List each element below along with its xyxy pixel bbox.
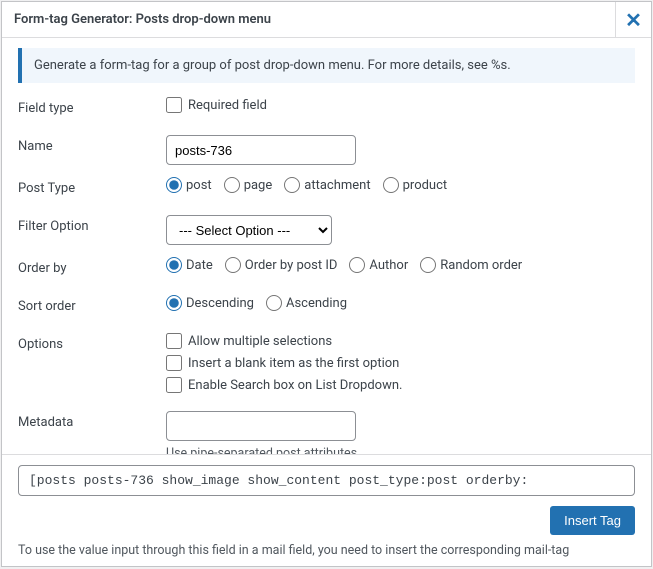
dialog-footer: [posts posts-736 show_image show_content… [2, 454, 651, 566]
dialog-content[interactable]: Generate a form-tag for a group of post … [2, 38, 651, 454]
filter-option-label: Filter Option [18, 215, 166, 234]
close-icon[interactable]: ✕ [615, 2, 651, 38]
order-by-label: Order by [18, 257, 166, 276]
insert-blank-text[interactable]: Insert a blank item as the first option [188, 356, 399, 371]
insert-tag-button[interactable]: Insert Tag [550, 506, 635, 535]
post-type-product-text[interactable]: product [403, 178, 448, 193]
post-type-page-text[interactable]: page [244, 178, 273, 193]
dialog-title: Form-tag Generator: Posts drop-down menu [14, 12, 271, 27]
name-input[interactable] [166, 135, 356, 165]
titlebar: Form-tag Generator: Posts drop-down menu… [2, 2, 651, 38]
order-by-date-text[interactable]: Date [186, 258, 213, 273]
order-by-random-radio[interactable] [420, 257, 436, 273]
form-tag-generator-dialog: Form-tag Generator: Posts drop-down menu… [1, 1, 652, 567]
sort-asc-radio[interactable] [266, 295, 282, 311]
order-by-random-text[interactable]: Random order [440, 258, 522, 273]
order-by-author-text[interactable]: Author [369, 258, 408, 273]
name-label: Name [18, 135, 166, 154]
post-type-post-radio[interactable] [166, 177, 182, 193]
shortcode-output[interactable]: [posts posts-736 show_image show_content… [18, 465, 635, 496]
required-field-checkbox[interactable] [166, 97, 182, 113]
options-label: Options [18, 333, 166, 352]
metadata-label: Metadata [18, 411, 166, 430]
order-by-id-text[interactable]: Order by post ID [245, 258, 338, 273]
post-type-post-text[interactable]: post [186, 178, 212, 193]
post-type-label: Post Type [18, 177, 166, 196]
order-by-date-radio[interactable] [166, 257, 182, 273]
footer-note: To use the value input through this fiel… [18, 543, 635, 558]
sort-order-label: Sort order [18, 295, 166, 314]
allow-multiple-checkbox[interactable] [166, 333, 182, 349]
sort-desc-radio[interactable] [166, 295, 182, 311]
field-type-label: Field type [18, 97, 166, 116]
enable-search-text[interactable]: Enable Search box on List Dropdown. [188, 378, 402, 393]
required-field-text[interactable]: Required field [188, 98, 267, 113]
metadata-hint: Use pipe-separated post attributes (e.g.… [166, 445, 635, 454]
post-type-product-radio[interactable] [383, 177, 399, 193]
sort-asc-text[interactable]: Ascending [286, 296, 347, 311]
allow-multiple-text[interactable]: Allow multiple selections [188, 334, 332, 349]
metadata-input[interactable] [166, 411, 356, 441]
post-type-attachment-text[interactable]: attachment [304, 178, 370, 193]
order-by-id-radio[interactable] [225, 257, 241, 273]
filter-option-select[interactable]: --- Select Option --- [166, 215, 332, 245]
info-banner: Generate a form-tag for a group of post … [18, 48, 635, 83]
insert-blank-checkbox[interactable] [166, 355, 182, 371]
order-by-author-radio[interactable] [349, 257, 365, 273]
post-type-page-radio[interactable] [224, 177, 240, 193]
post-type-attachment-radio[interactable] [284, 177, 300, 193]
enable-search-checkbox[interactable] [166, 377, 182, 393]
sort-desc-text[interactable]: Descending [186, 296, 254, 311]
